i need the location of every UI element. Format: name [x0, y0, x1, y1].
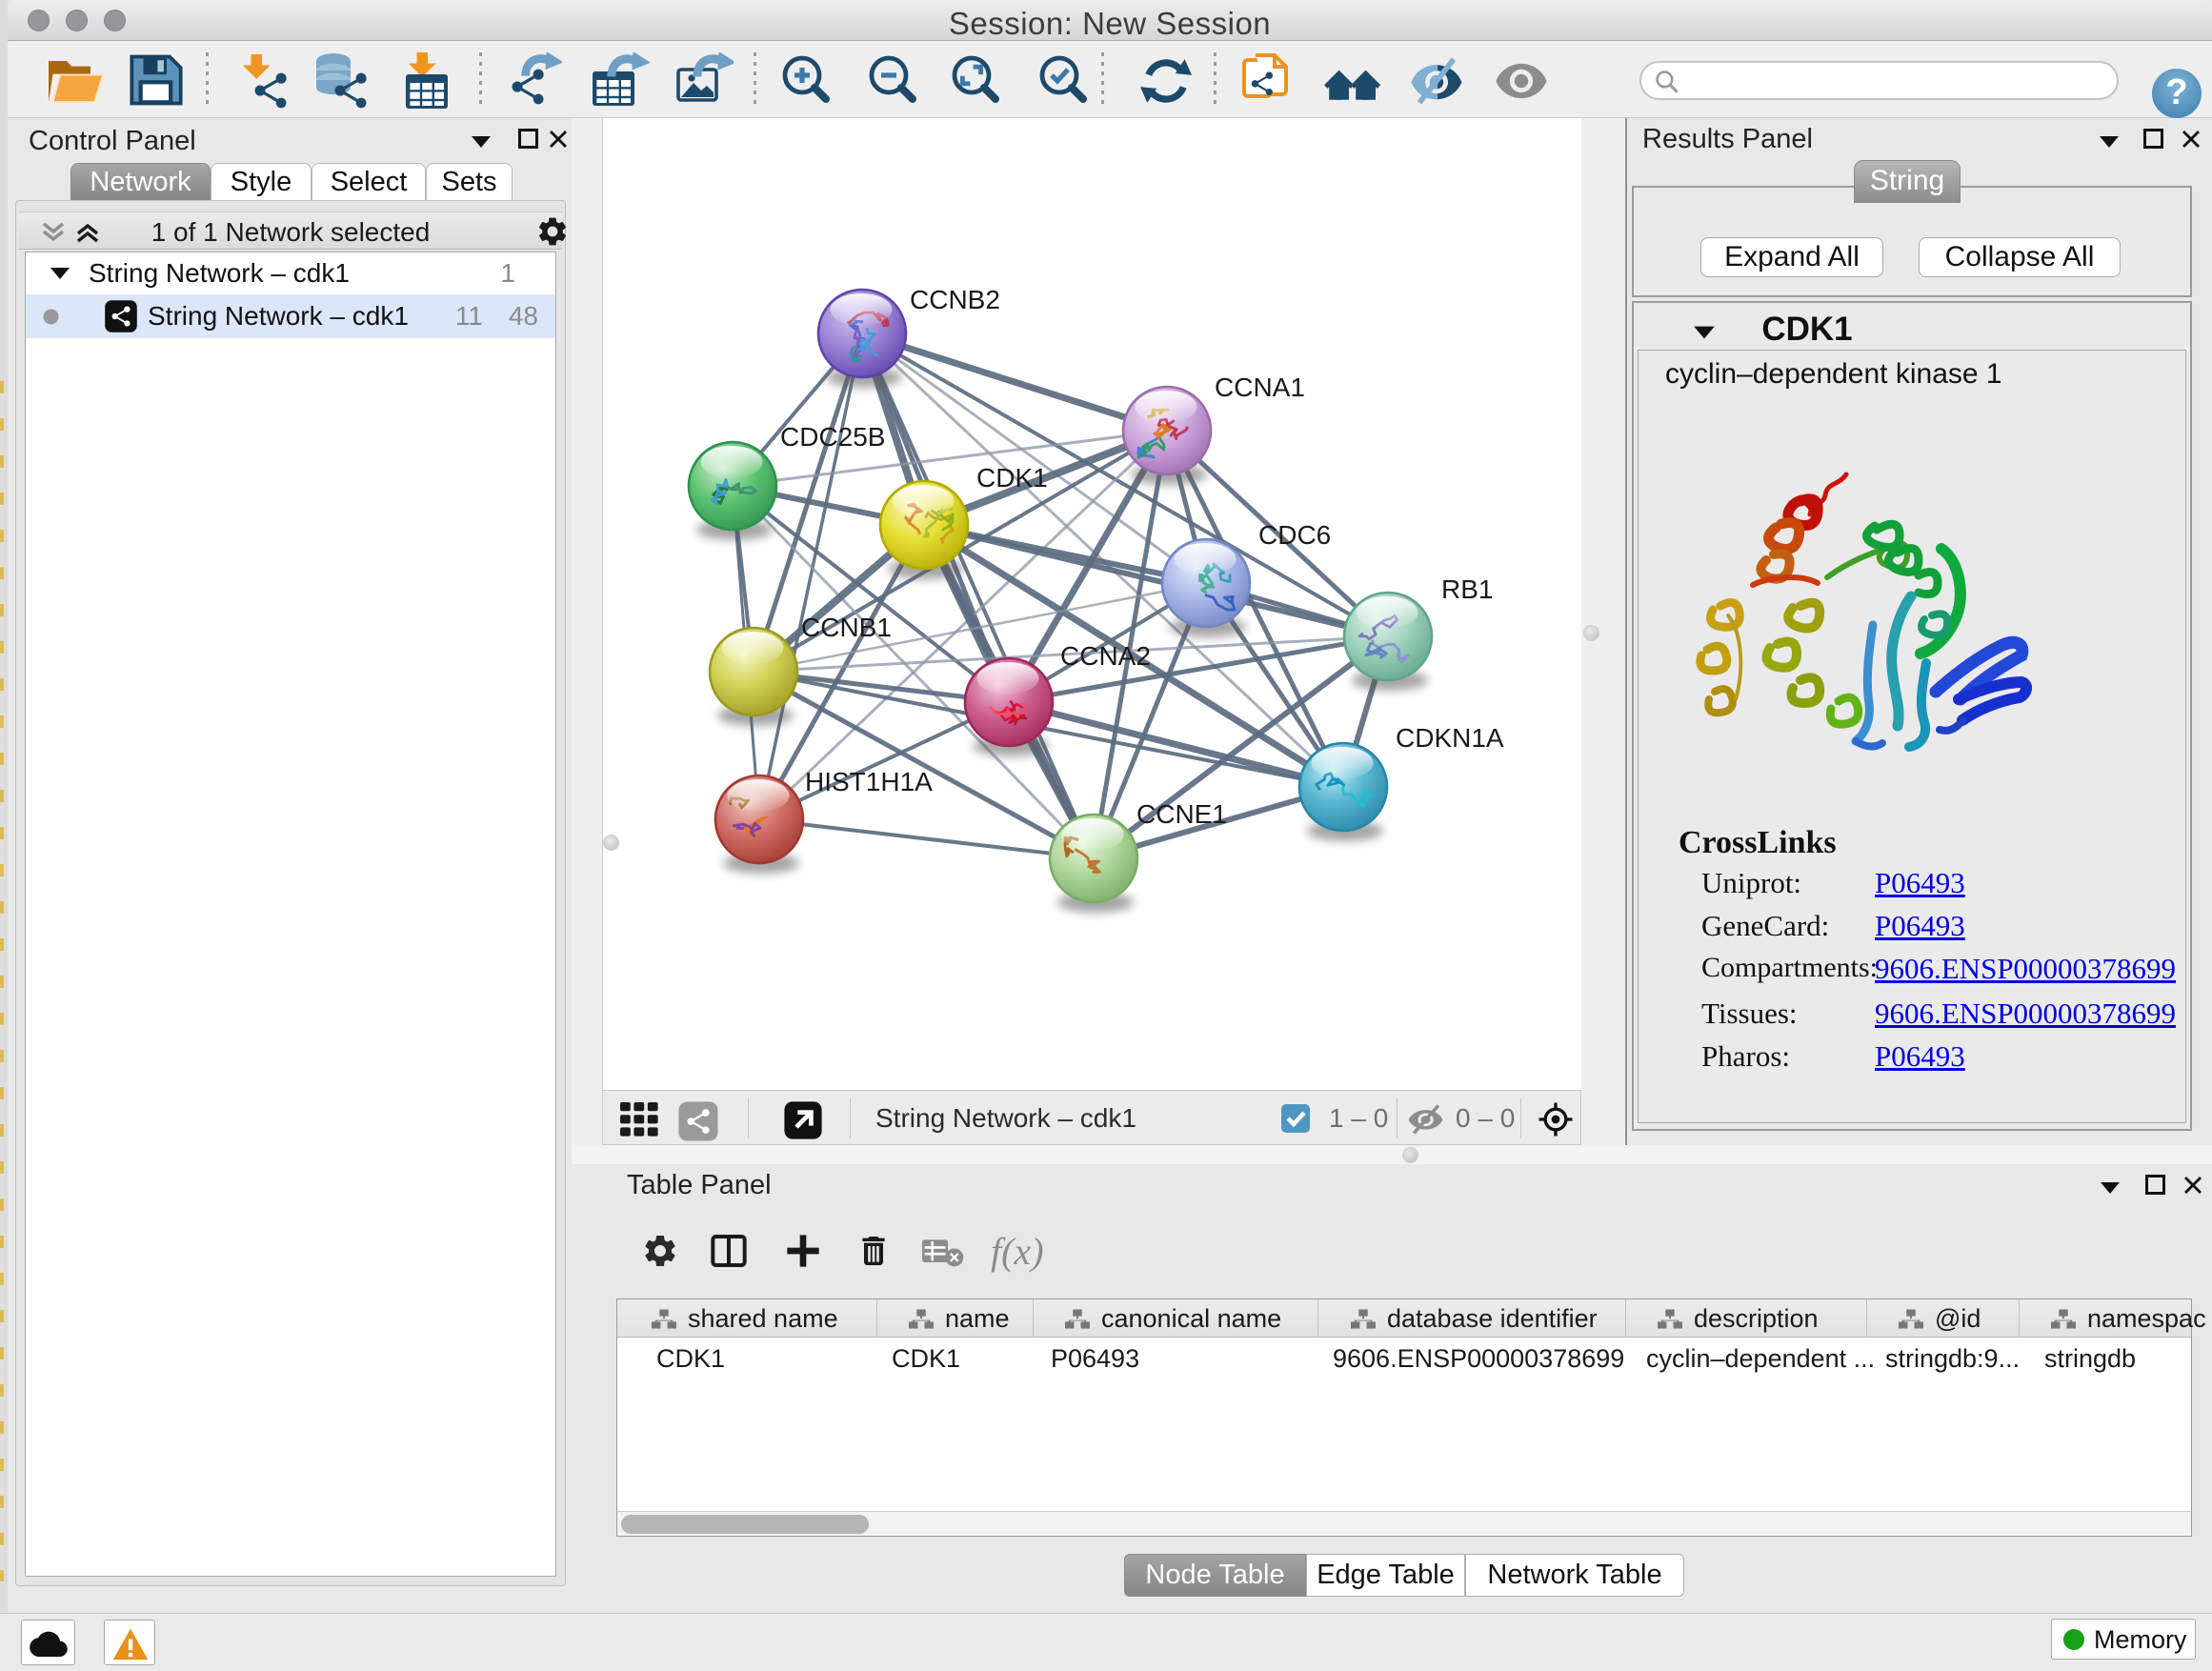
svg-text:CCNE1: CCNE1	[1136, 799, 1227, 829]
svg-text:CCNB1: CCNB1	[801, 613, 892, 642]
svg-text:CCNA2: CCNA2	[1060, 641, 1151, 671]
svg-text:CDKN1A: CDKN1A	[1396, 723, 1504, 753]
svg-text:CDK1: CDK1	[976, 463, 1048, 493]
svg-text:RB1: RB1	[1441, 574, 1493, 604]
svg-text:CCNA1: CCNA1	[1215, 372, 1305, 402]
svg-text:CDC6: CDC6	[1258, 520, 1331, 550]
svg-text:HIST1H1A: HIST1H1A	[805, 767, 933, 796]
svg-text:CCNB2: CCNB2	[910, 285, 1000, 314]
svg-text:CDC25B: CDC25B	[780, 422, 885, 452]
